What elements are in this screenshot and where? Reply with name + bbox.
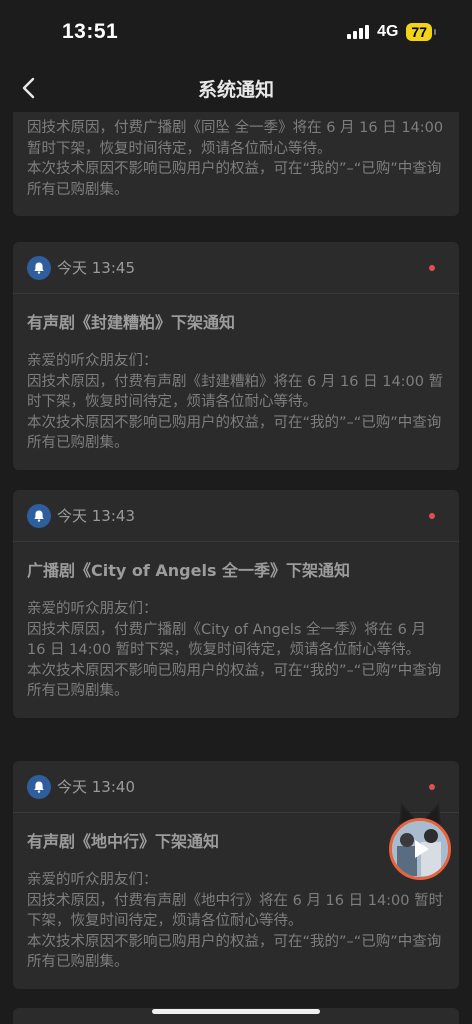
card-paragraph: 本次技术原因不影响已购用户的权益，可在“我的”–“已购”中查询所有已购剧集。 bbox=[27, 414, 442, 452]
card-paragraph: 亲爱的听众朋友们： bbox=[27, 353, 158, 369]
card-body: 亲爱的听众朋友们： 因技术原因，付费有声剧《地中行》将在 6 月 16 日 14… bbox=[13, 862, 459, 989]
home-indicator bbox=[152, 1009, 320, 1014]
card-title: 有声剧《封建糟粕》下架通知 bbox=[27, 313, 236, 332]
card-title: 广播剧《City of Angels 全一季》下架通知 bbox=[27, 561, 351, 580]
play-icon bbox=[415, 840, 429, 858]
network-type: 4G bbox=[377, 23, 399, 40]
bell-icon bbox=[27, 774, 51, 799]
card-time: 今天 13:40 bbox=[57, 778, 135, 796]
card-time: 今天 13:43 bbox=[57, 507, 135, 525]
battery-icon: 77 bbox=[406, 23, 436, 41]
card-paragraph: 本次技术原因不影响已购用户的权益，可在“我的”–“已购”中查询所有已购剧集。 bbox=[27, 161, 442, 198]
status-bar: 13:51 4G 77 bbox=[0, 0, 472, 64]
card-paragraph: 因技术原因，付费广播剧《同坠 全一季》将在 6 月 16 日 14:00 暂时下… bbox=[27, 120, 444, 157]
notification-card[interactable]: 今天 13:43 广播剧《City of Angels 全一季》下架通知 亲爱的… bbox=[13, 490, 459, 718]
unread-dot bbox=[429, 784, 435, 790]
card-paragraph: 本次技术原因不影响已购用户的权益，可在“我的”–“已购”中查询所有已购剧集。 bbox=[27, 933, 442, 971]
card-paragraph: 因技术原因，付费有声剧《地中行》将在 6 月 16 日 14:00 暂时下架，恢… bbox=[27, 892, 444, 930]
card-paragraph: 本次技术原因不影响已购用户的权益，可在“我的”–“已购”中查询所有已购剧集。 bbox=[27, 662, 442, 700]
floating-player-button[interactable] bbox=[389, 818, 451, 880]
card-paragraph: 因技术原因，付费广播剧《City of Angels 全一季》将在 6 月 16… bbox=[27, 621, 426, 659]
card-body: 亲爱的听众朋友们： 因技术原因，付费有声剧《封建糟粕》将在 6 月 16 日 1… bbox=[13, 343, 459, 470]
signal-icon bbox=[347, 25, 370, 39]
unread-dot bbox=[429, 513, 435, 519]
status-indicators: 4G 77 bbox=[347, 23, 436, 41]
card-header: 今天 13:45 bbox=[13, 242, 459, 294]
bell-icon bbox=[27, 503, 51, 528]
nav-bar: 系统通知 bbox=[0, 64, 472, 112]
card-time: 今天 13:45 bbox=[57, 259, 135, 277]
card-header: 今天 13:43 bbox=[13, 490, 459, 542]
notification-card[interactable]: 今天 13:45 有声剧《封建糟粕》下架通知 亲爱的听众朋友们： 因技术原因，付… bbox=[13, 242, 459, 470]
card-header: 今天 13:40 bbox=[13, 761, 459, 813]
card-paragraph: 亲爱的听众朋友们： bbox=[27, 601, 158, 617]
unread-dot bbox=[429, 265, 435, 271]
card-paragraph: 因技术原因，付费有声剧《封建糟粕》将在 6 月 16 日 14:00 暂时下架，… bbox=[27, 373, 444, 411]
card-paragraph: 亲爱的听众朋友们： bbox=[27, 872, 158, 888]
bell-icon bbox=[27, 255, 51, 280]
card-body: 亲爱的听众朋友们： 因技术原因，付费广播剧《City of Angels 全一季… bbox=[13, 591, 459, 718]
status-time: 13:51 bbox=[62, 20, 119, 43]
back-arrow-icon[interactable] bbox=[16, 74, 44, 102]
page-title: 系统通知 bbox=[197, 78, 274, 101]
